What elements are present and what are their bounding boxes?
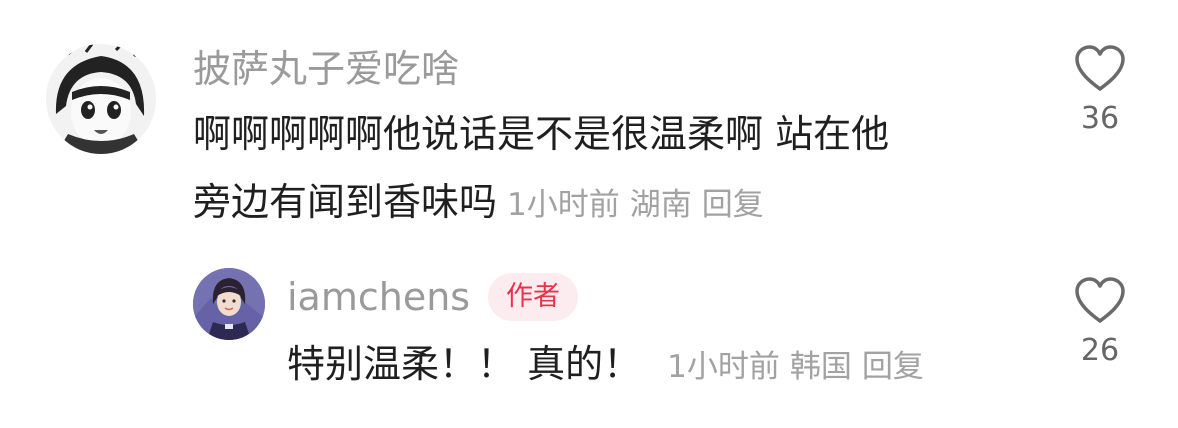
reply-text: 特别温柔！！ 真的！ xyxy=(287,342,642,386)
avatar[interactable] xyxy=(46,44,156,154)
comment-like-count: 36 xyxy=(1080,101,1120,136)
reply-text-wrap: 特别温柔！！ 真的！ 1小时前 韩国 回复 xyxy=(287,345,924,383)
reply-avatar[interactable] xyxy=(193,268,265,340)
comment-meta: 1小时前 湖南 回复 xyxy=(507,187,764,223)
comment-reply-button[interactable]: 回复 xyxy=(702,187,764,223)
reply-item: iamchens 作者 特别温柔！！ 真的！ 1小时前 韩国 回复 26 xyxy=(0,240,1178,428)
heart-outline-icon[interactable] xyxy=(1073,44,1127,92)
comment-location: 湖南 xyxy=(629,187,692,223)
reply-like-button[interactable]: 26 xyxy=(1060,276,1140,366)
author-badge: 作者 xyxy=(488,273,578,321)
reply-location: 韩国 xyxy=(789,349,852,385)
reply-author[interactable]: iamchens xyxy=(287,278,470,316)
reply-reply-button[interactable]: 回复 xyxy=(862,349,924,385)
reply-like-count: 26 xyxy=(1080,333,1120,368)
reply-meta: 1小时前 韩国 回复 xyxy=(667,349,924,385)
comment-text-line-2-wrap: 旁边有闻到香味吗 1小时前 湖南 回复 xyxy=(193,183,764,221)
comment-text-line-2: 旁边有闻到香味吗 xyxy=(193,180,498,224)
comment-text-line-1: 啊啊啊啊啊他说话是不是很温柔啊 站在他 xyxy=(193,112,890,156)
comment-item: 披萨丸子爱吃啥 啊啊啊啊啊他说话是不是很温柔啊 站在他 旁边有闻到香味吗 1小时前… xyxy=(0,0,1178,240)
comment-author[interactable]: 披萨丸子爱吃啥 xyxy=(193,50,459,88)
heart-outline-icon[interactable] xyxy=(1073,276,1127,324)
comment-like-button[interactable]: 36 xyxy=(1060,44,1140,134)
reply-time: 1小时前 xyxy=(667,349,780,385)
comment-time: 1小时前 xyxy=(507,187,620,223)
